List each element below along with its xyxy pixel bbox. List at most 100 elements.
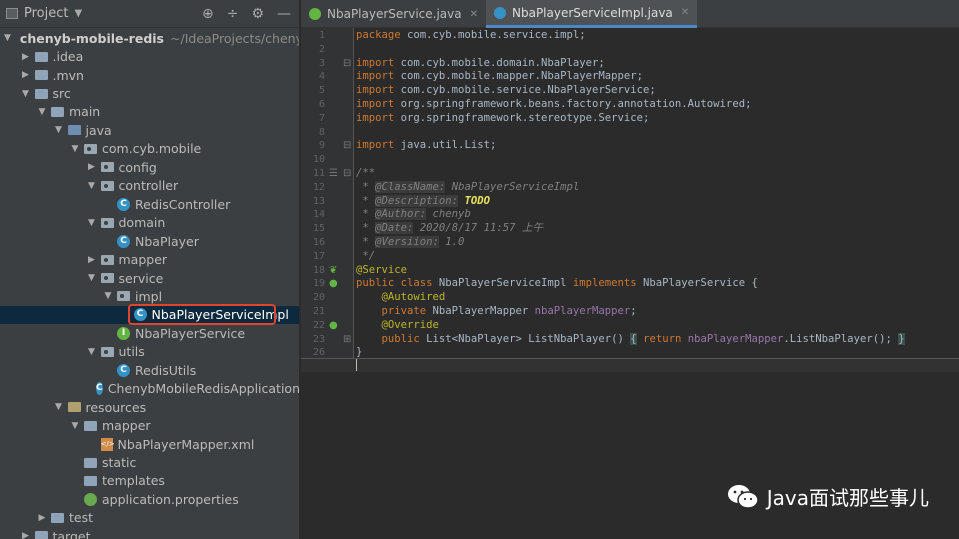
project-title[interactable]: Project bbox=[24, 6, 68, 21]
line-number: 23 bbox=[312, 333, 325, 345]
tree-item[interactable]: ▼ chenyb-mobile-redis ~/IdeaProjects/cheny… bbox=[0, 29, 299, 47]
tab-nbaplayerservice[interactable]: NbaPlayerService.java ✕ bbox=[301, 0, 486, 28]
line-number: 20 bbox=[312, 292, 325, 304]
tree-item[interactable]: ▼ resources bbox=[0, 398, 299, 416]
code-line[interactable]: import com.cyb.mobile.domain.NbaPlayer; bbox=[356, 57, 605, 71]
collapse-arrow-icon[interactable]: ▶ bbox=[21, 70, 31, 80]
expand-arrow-icon[interactable]: ▼ bbox=[37, 107, 47, 117]
class-icon: C bbox=[117, 234, 130, 248]
tree-item[interactable]: ▼ controller bbox=[0, 177, 299, 195]
hide-panel-icon[interactable]: — bbox=[277, 6, 291, 22]
code-line[interactable]: import java.util.List; bbox=[356, 139, 496, 153]
tree-item[interactable]: I NbaPlayerService bbox=[0, 324, 299, 342]
tree-item[interactable]: application.properties bbox=[0, 490, 299, 508]
tree-item[interactable]: </> NbaPlayerMapper.xml bbox=[0, 435, 299, 453]
text-caret bbox=[356, 359, 357, 371]
line-number: 3 bbox=[318, 57, 325, 69]
tree-item[interactable]: C ChenybMobileRedisApplication bbox=[0, 380, 299, 398]
tree-item[interactable]: C RedisUtils bbox=[0, 361, 299, 379]
code-line[interactable]: * @Versiion: 1.0 bbox=[356, 236, 464, 250]
code-line[interactable]: import org.springframework.stereotype.Se… bbox=[356, 112, 649, 126]
expand-arrow-icon[interactable]: ▼ bbox=[54, 125, 64, 135]
collapse-arrow-icon[interactable]: ▶ bbox=[21, 52, 31, 62]
tree-item[interactable]: ▶ target bbox=[0, 527, 299, 539]
override-icon[interactable]: ● bbox=[329, 319, 338, 333]
tree-item[interactable]: ▶ mapper bbox=[0, 250, 299, 268]
locate-icon[interactable]: ⊕ bbox=[202, 6, 214, 22]
collapse-arrow-icon[interactable]: ▶ bbox=[37, 513, 47, 523]
code-line[interactable]: @Service bbox=[356, 264, 407, 278]
close-icon[interactable]: ✕ bbox=[470, 9, 478, 20]
expand-arrow-icon[interactable]: ▼ bbox=[87, 273, 97, 283]
fold-icon[interactable]: ⊟ bbox=[343, 167, 351, 181]
code-line[interactable]: @Autowired bbox=[356, 291, 446, 305]
expand-arrow-icon[interactable]: ▼ bbox=[70, 144, 80, 154]
tree-item[interactable]: static bbox=[0, 453, 299, 471]
expand-arrow-icon[interactable]: ▼ bbox=[87, 347, 97, 357]
spring-bean-icon[interactable]: ❦ bbox=[329, 264, 337, 278]
fold-icon[interactable]: ⊟ bbox=[343, 57, 351, 71]
tree-item[interactable]: ▼ service bbox=[0, 269, 299, 287]
tree-item[interactable]: ▼ mapper bbox=[0, 416, 299, 434]
tree-item-label: utils bbox=[118, 344, 145, 360]
code-line[interactable]: /** bbox=[356, 167, 375, 181]
tree-item[interactable]: ▼ main bbox=[0, 103, 299, 121]
tree-item[interactable]: ▼ com.cyb.mobile bbox=[0, 140, 299, 158]
tree-item[interactable]: templates bbox=[0, 472, 299, 490]
tree-item[interactable]: ▼ src bbox=[0, 84, 299, 102]
code-line[interactable]: } bbox=[356, 346, 362, 360]
tree-item-label: java bbox=[85, 122, 112, 138]
tree-item[interactable]: ▶ .idea bbox=[0, 47, 299, 65]
expand-arrow-icon[interactable]: ▼ bbox=[87, 218, 97, 228]
expand-arrow-icon[interactable]: ▼ bbox=[103, 291, 113, 301]
code-line[interactable]: private NbaPlayerMapper nbaPlayerMapper; bbox=[356, 305, 637, 319]
expand-arrow-icon[interactable]: ▼ bbox=[87, 181, 97, 191]
code-line[interactable]: */ bbox=[356, 250, 375, 264]
fold-icon[interactable]: ⊟ bbox=[343, 139, 351, 153]
code-line[interactable]: * @Date: 2020/8/17 11:57 上午 bbox=[356, 222, 543, 236]
tree-item[interactable]: C RedisController bbox=[0, 195, 299, 213]
expand-arrow-icon[interactable]: ▼ bbox=[54, 402, 64, 412]
unfold-icon[interactable]: ⊞ bbox=[343, 333, 351, 347]
tree-item[interactable]: ▶ test bbox=[0, 509, 299, 527]
tree-item[interactable]: ▼ java bbox=[0, 121, 299, 139]
interface-icon bbox=[309, 8, 321, 20]
code-line[interactable]: import com.cyb.mobile.mapper.NbaPlayerMa… bbox=[356, 70, 643, 84]
collapse-arrow-icon[interactable]: ▶ bbox=[87, 162, 97, 172]
tree-item-label: RedisUtils bbox=[135, 362, 197, 378]
tree-item[interactable]: ▼ utils bbox=[0, 343, 299, 361]
code-line[interactable]: import org.springframework.beans.factory… bbox=[356, 98, 751, 112]
tree-item-label: service bbox=[118, 270, 164, 286]
tree-item[interactable]: ▶ .mvn bbox=[0, 66, 299, 84]
tree-item[interactable]: ▶ config bbox=[0, 158, 299, 176]
tab-nbaplayerserviceimpl[interactable]: NbaPlayerServiceImpl.java ✕ bbox=[486, 0, 698, 28]
tree-item[interactable]: ▼ domain bbox=[0, 214, 299, 232]
tree-item-label: target bbox=[52, 528, 91, 539]
collapse-all-icon[interactable]: ÷ bbox=[227, 6, 239, 22]
code-line[interactable]: package com.cyb.mobile.service.impl; bbox=[356, 29, 586, 43]
code-line[interactable]: * @ClassName: NbaPlayerServiceImpl bbox=[356, 180, 579, 195]
expand-arrow-icon[interactable]: ▼ bbox=[21, 89, 31, 99]
collapse-arrow-icon[interactable]: ▶ bbox=[21, 531, 31, 539]
gutter-divider bbox=[353, 28, 354, 360]
gear-icon[interactable]: ⚙ bbox=[251, 6, 264, 22]
code-line[interactable]: public class NbaPlayerServiceImpl implem… bbox=[356, 277, 758, 291]
code-line[interactable]: import com.cyb.mobile.service.NbaPlayerS… bbox=[356, 84, 656, 98]
tree-item-label: NbaPlayerService bbox=[135, 325, 246, 341]
implements-icon[interactable]: ● bbox=[329, 277, 338, 291]
chevron-down-icon[interactable]: ▼ bbox=[74, 8, 82, 19]
expand-arrow-icon[interactable]: ▼ bbox=[70, 421, 80, 431]
code-line[interactable]: public List<NbaPlayer> ListNbaPlayer() {… bbox=[356, 332, 905, 347]
expand-arrow-icon[interactable]: ▼ bbox=[4, 33, 11, 43]
tree-item-label: controller bbox=[118, 178, 179, 194]
tree-item[interactable]: C NbaPlayer bbox=[0, 232, 299, 250]
code-line[interactable]: @Override bbox=[356, 319, 439, 333]
code-line[interactable]: * @Author: chenyb bbox=[356, 208, 471, 222]
code-line[interactable]: * @Description: TODO bbox=[356, 194, 490, 209]
close-icon[interactable]: ✕ bbox=[681, 7, 689, 18]
current-line-highlight bbox=[301, 358, 959, 372]
collapse-arrow-icon[interactable]: ▶ bbox=[87, 255, 97, 265]
tree-item[interactable]: ▼ impl bbox=[0, 287, 299, 305]
doc-comment-icon[interactable]: ☰ bbox=[329, 167, 338, 181]
class-icon: C bbox=[117, 197, 130, 211]
